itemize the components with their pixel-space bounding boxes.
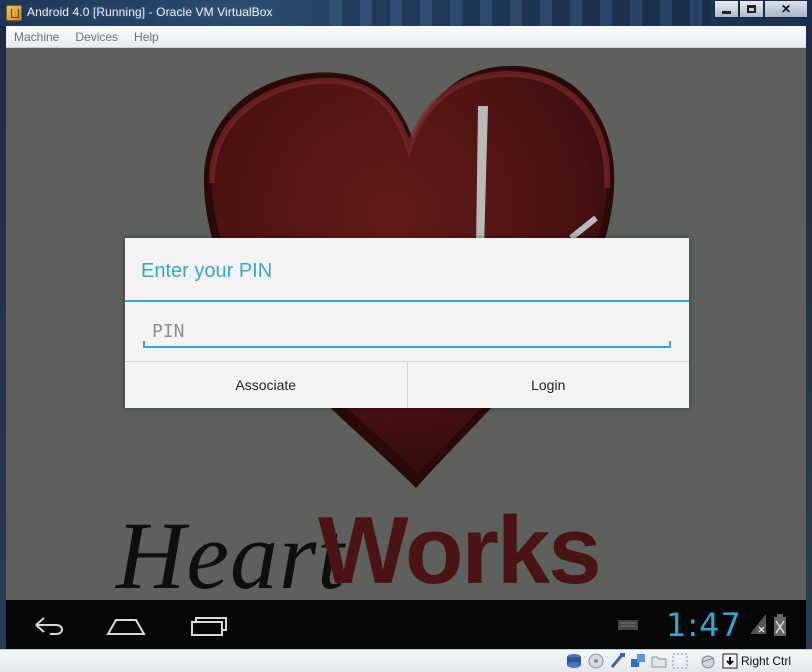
minimize-button[interactable] bbox=[714, 0, 739, 18]
battery-icon bbox=[774, 614, 786, 636]
keyboard-icon[interactable] bbox=[618, 620, 638, 630]
menu-help[interactable]: Help bbox=[126, 30, 167, 44]
window-title: Android 4.0 [Running] - Oracle VM Virtua… bbox=[27, 5, 273, 19]
shared-folder-icon[interactable] bbox=[651, 653, 667, 669]
host-key-label: Right Ctrl bbox=[741, 654, 792, 668]
android-navigation-bar: 1:47 bbox=[6, 600, 806, 649]
android-screen[interactable]: Heart Works Enter your PIN Associate Log… bbox=[6, 48, 806, 649]
host-key-icon[interactable] bbox=[722, 653, 738, 669]
menu-devices[interactable]: Devices bbox=[67, 30, 126, 44]
login-button[interactable]: Login bbox=[406, 362, 690, 408]
clock: 1:47 bbox=[666, 606, 742, 644]
logo-text-works: Works bbox=[318, 497, 602, 604]
mouse-integration-icon[interactable] bbox=[700, 653, 716, 669]
menu-bar: Machine Devices Help bbox=[6, 26, 806, 48]
pin-dialog: Enter your PIN Associate Login bbox=[125, 238, 689, 408]
back-icon[interactable] bbox=[26, 610, 70, 640]
signal-icon bbox=[750, 614, 766, 634]
window-controls: ✕ bbox=[714, 0, 808, 18]
virtualbox-app-icon[interactable] bbox=[6, 5, 22, 21]
logo-text-heart: Heart bbox=[116, 502, 345, 609]
dialog-button-row: Associate Login bbox=[125, 361, 689, 408]
capture-icon[interactable] bbox=[672, 653, 688, 669]
hard-disk-icon[interactable] bbox=[566, 653, 582, 669]
dialog-title-divider bbox=[125, 300, 689, 302]
usb-icon[interactable] bbox=[609, 653, 625, 669]
recent-apps-icon[interactable] bbox=[186, 610, 230, 640]
menu-machine[interactable]: Machine bbox=[6, 30, 67, 44]
minimize-icon bbox=[722, 10, 731, 14]
virtualbox-window: Android 4.0 [Running] - Oracle VM Virtua… bbox=[0, 0, 812, 672]
title-bar[interactable]: Android 4.0 [Running] - Oracle VM Virtua… bbox=[0, 0, 812, 26]
home-icon[interactable] bbox=[104, 610, 148, 640]
close-button[interactable]: ✕ bbox=[764, 0, 808, 18]
dialog-title: Enter your PIN bbox=[141, 260, 273, 282]
network-icon[interactable] bbox=[630, 653, 646, 669]
pin-field bbox=[143, 316, 671, 348]
maximize-icon bbox=[747, 5, 756, 13]
close-icon: ✕ bbox=[780, 2, 792, 16]
pin-input[interactable] bbox=[144, 316, 670, 346]
optical-drive-icon[interactable] bbox=[588, 653, 604, 669]
associate-button[interactable]: Associate bbox=[125, 362, 407, 408]
maximize-button[interactable] bbox=[739, 0, 764, 18]
status-bar: Right Ctrl bbox=[0, 649, 812, 672]
